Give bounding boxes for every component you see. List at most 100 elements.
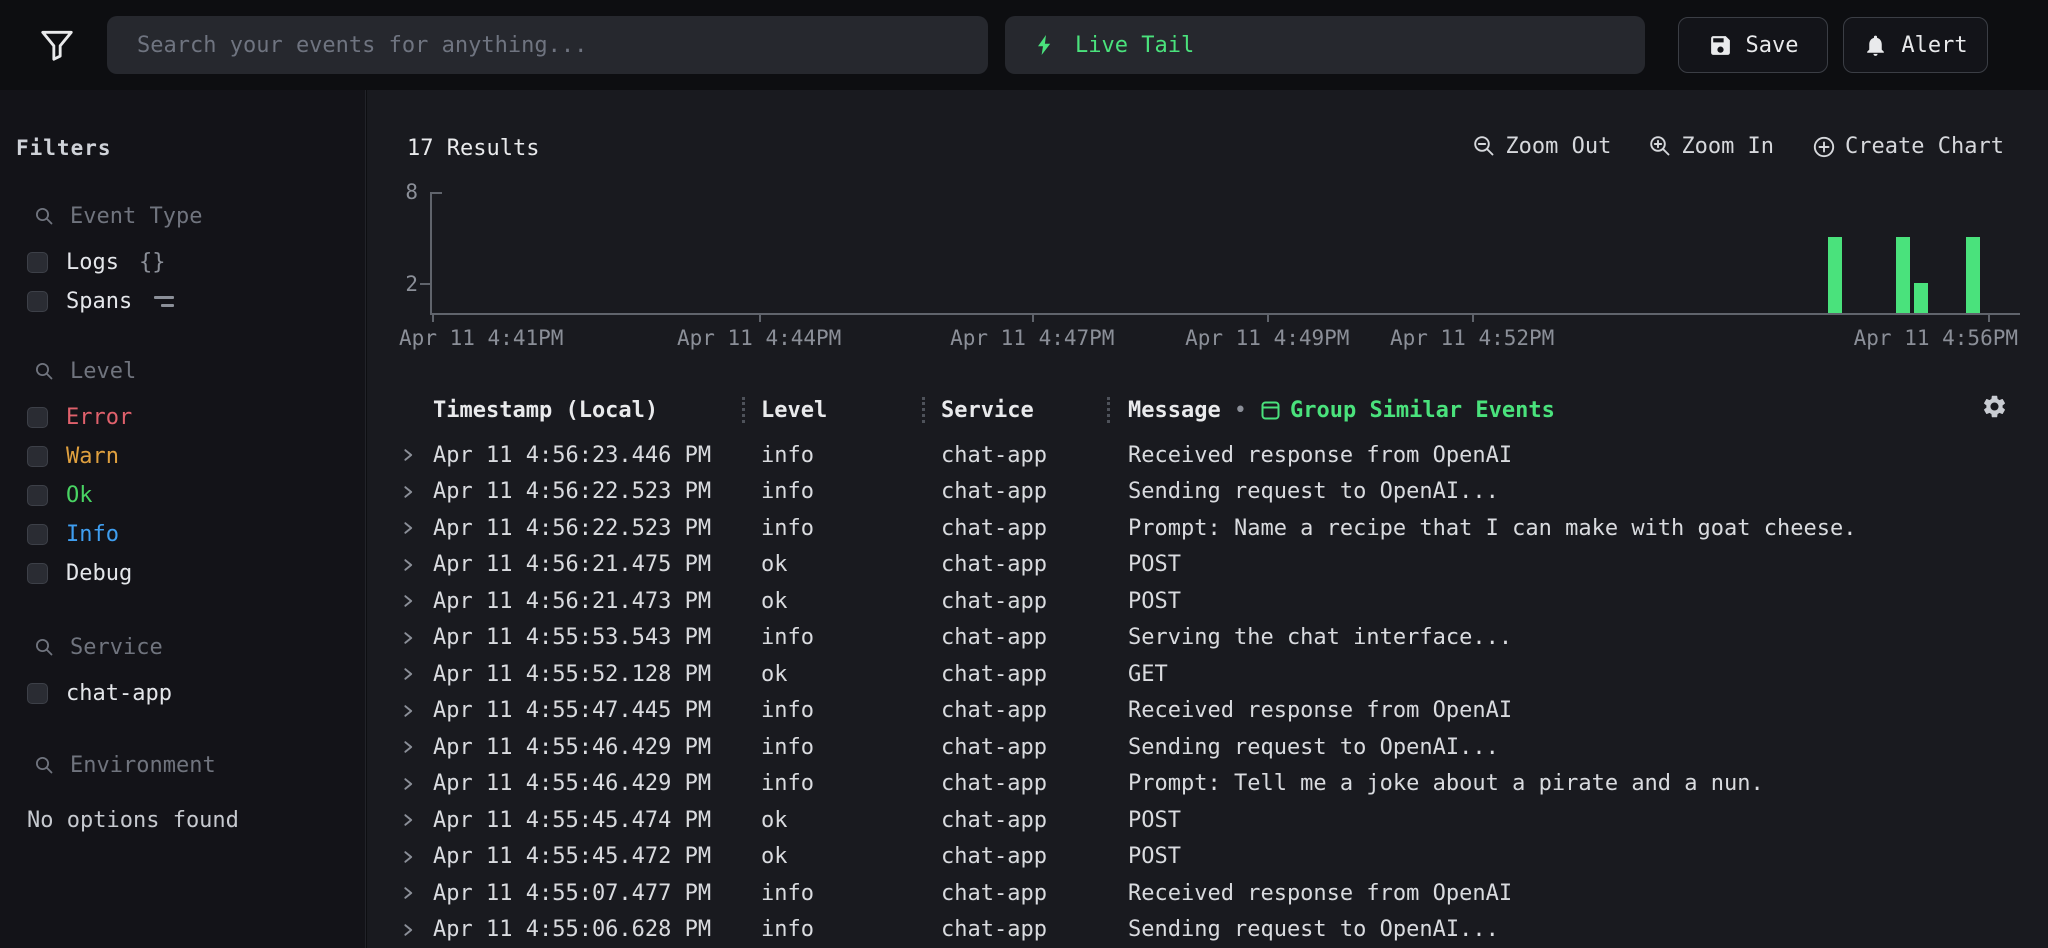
filter-option-logs[interactable]: Logs{} — [16, 243, 349, 282]
col-header-service[interactable]: Service — [941, 398, 1128, 423]
log-row[interactable]: Apr 11 4:55:46.429 PMinfochat-appSending… — [367, 729, 2048, 766]
row-service: chat-app — [941, 662, 1128, 687]
expand-chevron-icon[interactable] — [400, 849, 433, 865]
row-message: POST — [1128, 808, 2048, 833]
filter-option-error[interactable]: Error — [16, 398, 349, 437]
checkbox[interactable] — [27, 683, 48, 704]
filter-option-label: Spans — [66, 289, 132, 314]
column-divider[interactable] — [922, 397, 925, 423]
expand-chevron-icon[interactable] — [400, 739, 433, 755]
log-row[interactable]: Apr 11 4:55:47.445 PMinfochat-appReceive… — [367, 693, 2048, 730]
log-row[interactable]: Apr 11 4:56:22.523 PMinfochat-appSending… — [367, 474, 2048, 511]
trace-icon — [154, 296, 174, 307]
group-window-icon — [1260, 400, 1281, 421]
row-message: POST — [1128, 552, 2048, 577]
checkbox[interactable] — [27, 446, 48, 467]
row-timestamp: Apr 11 4:56:22.523 PM — [433, 479, 761, 504]
create-chart-button[interactable]: Create Chart — [1812, 134, 2004, 159]
log-row[interactable]: Apr 11 4:56:21.475 PMokchat-appPOST — [367, 547, 2048, 584]
row-service: chat-app — [941, 917, 1128, 942]
row-timestamp: Apr 11 4:56:22.523 PM — [433, 516, 761, 541]
environment-label: Environment — [70, 753, 216, 778]
environment-filter-search[interactable]: Environment — [16, 753, 349, 778]
log-row[interactable]: Apr 11 4:55:45.474 PMokchat-appPOST — [367, 802, 2048, 839]
row-level: info — [761, 479, 941, 504]
event-type-filter-search[interactable]: Event Type — [16, 204, 349, 229]
log-row[interactable]: Apr 11 4:55:07.477 PMinfochat-appReceive… — [367, 875, 2048, 912]
filter-funnel-icon[interactable] — [38, 25, 76, 69]
log-row[interactable]: Apr 11 4:55:52.128 PMokchat-appGET — [367, 656, 2048, 693]
group-similar-events-link[interactable]: Group Similar Events — [1260, 398, 1555, 423]
zoom-in-button[interactable]: Zoom In — [1649, 134, 1774, 159]
save-button[interactable]: Save — [1678, 17, 1828, 73]
x-axis-tick — [1988, 313, 1990, 322]
log-row[interactable]: Apr 11 4:56:22.523 PMinfochat-appPrompt:… — [367, 510, 2048, 547]
table-header: Timestamp (Local) Level Service Message … — [367, 390, 2048, 430]
expand-chevron-icon[interactable] — [400, 885, 433, 901]
service-filter-search[interactable]: Service — [16, 635, 349, 660]
expand-chevron-icon[interactable] — [400, 484, 433, 500]
save-disk-icon — [1708, 33, 1733, 58]
level-options: ErrorWarnOk Info Debug — [16, 398, 349, 593]
expand-chevron-icon[interactable] — [400, 922, 433, 938]
log-row[interactable]: Apr 11 4:55:46.429 PMinfochat-appPrompt:… — [367, 766, 2048, 803]
events-histogram[interactable]: 82Apr 11 4:41PMApr 11 4:44PMApr 11 4:47P… — [430, 192, 2020, 315]
log-row[interactable]: Apr 11 4:56:23.446 PMinfochat-appReceive… — [367, 437, 2048, 474]
row-service: chat-app — [941, 881, 1128, 906]
row-timestamp: Apr 11 4:56:21.475 PM — [433, 552, 761, 577]
filter-option-label: Info — [66, 522, 119, 547]
column-divider[interactable] — [1107, 397, 1110, 423]
filter-option-warn[interactable]: Warn — [16, 437, 349, 476]
expand-chevron-icon[interactable] — [400, 520, 433, 536]
alert-label: Alert — [1901, 33, 1967, 58]
filter-option-debug[interactable]: Debug — [16, 554, 349, 593]
row-level: ok — [761, 844, 941, 869]
checkbox[interactable] — [27, 407, 48, 428]
row-level: info — [761, 698, 941, 723]
live-tail-button[interactable]: Live Tail — [1005, 16, 1645, 74]
expand-chevron-icon[interactable] — [400, 557, 433, 573]
filter-option-spans[interactable]: Spans — [16, 282, 349, 321]
expand-chevron-icon[interactable] — [400, 593, 433, 609]
row-timestamp: Apr 11 4:55:06.628 PM — [433, 917, 761, 942]
level-filter-search[interactable]: Level — [16, 359, 349, 384]
row-message: Received response from OpenAI — [1128, 698, 2048, 723]
checkbox[interactable] — [27, 563, 48, 584]
expand-chevron-icon[interactable] — [400, 776, 433, 792]
row-message: Received response from OpenAI — [1128, 443, 2048, 468]
checkbox[interactable] — [27, 252, 48, 273]
col-header-message[interactable]: Message — [1128, 398, 1221, 423]
checkbox[interactable] — [27, 291, 48, 312]
col-header-level[interactable]: Level — [761, 398, 941, 423]
service-label: Service — [70, 635, 163, 660]
alert-button[interactable]: Alert — [1843, 17, 1988, 73]
expand-chevron-icon[interactable] — [400, 703, 433, 719]
col-header-timestamp[interactable]: Timestamp (Local) — [433, 398, 761, 423]
row-message: Sending request to OpenAI... — [1128, 479, 2048, 504]
expand-chevron-icon[interactable] — [400, 812, 433, 828]
filter-option-ok[interactable]: Ok — [16, 476, 349, 515]
log-row[interactable]: Apr 11 4:55:45.472 PMokchat-appPOST — [367, 839, 2048, 876]
top-bar: Live Tail Save Alert — [0, 0, 2048, 90]
expand-chevron-icon[interactable] — [400, 447, 433, 463]
search-icon — [35, 362, 54, 381]
filter-option-info[interactable]: Info — [16, 515, 349, 554]
column-divider[interactable] — [742, 397, 745, 423]
expand-chevron-icon[interactable] — [400, 630, 433, 646]
zoom-out-button[interactable]: Zoom Out — [1473, 134, 1611, 159]
zoom-out-label: Zoom Out — [1505, 134, 1611, 159]
checkbox[interactable] — [27, 524, 48, 545]
row-timestamp: Apr 11 4:55:46.429 PM — [433, 735, 761, 760]
log-row[interactable]: Apr 11 4:55:53.543 PMinfochat-appServing… — [367, 620, 2048, 657]
search-input[interactable] — [107, 16, 988, 74]
bullet-separator: • — [1234, 398, 1247, 423]
table-settings-gear-icon[interactable] — [1981, 393, 2008, 424]
log-row[interactable]: Apr 11 4:56:21.473 PMokchat-appPOST — [367, 583, 2048, 620]
checkbox[interactable] — [27, 485, 48, 506]
filter-option-chat-app[interactable]: chat-app — [16, 674, 349, 713]
expand-chevron-icon[interactable] — [400, 666, 433, 682]
row-message: Prompt: Name a recipe that I can make wi… — [1128, 516, 2048, 541]
x-axis-tick — [1267, 313, 1269, 322]
log-row[interactable]: Apr 11 4:55:06.628 PMinfochat-appSending… — [367, 912, 2048, 948]
row-level: ok — [761, 662, 941, 687]
